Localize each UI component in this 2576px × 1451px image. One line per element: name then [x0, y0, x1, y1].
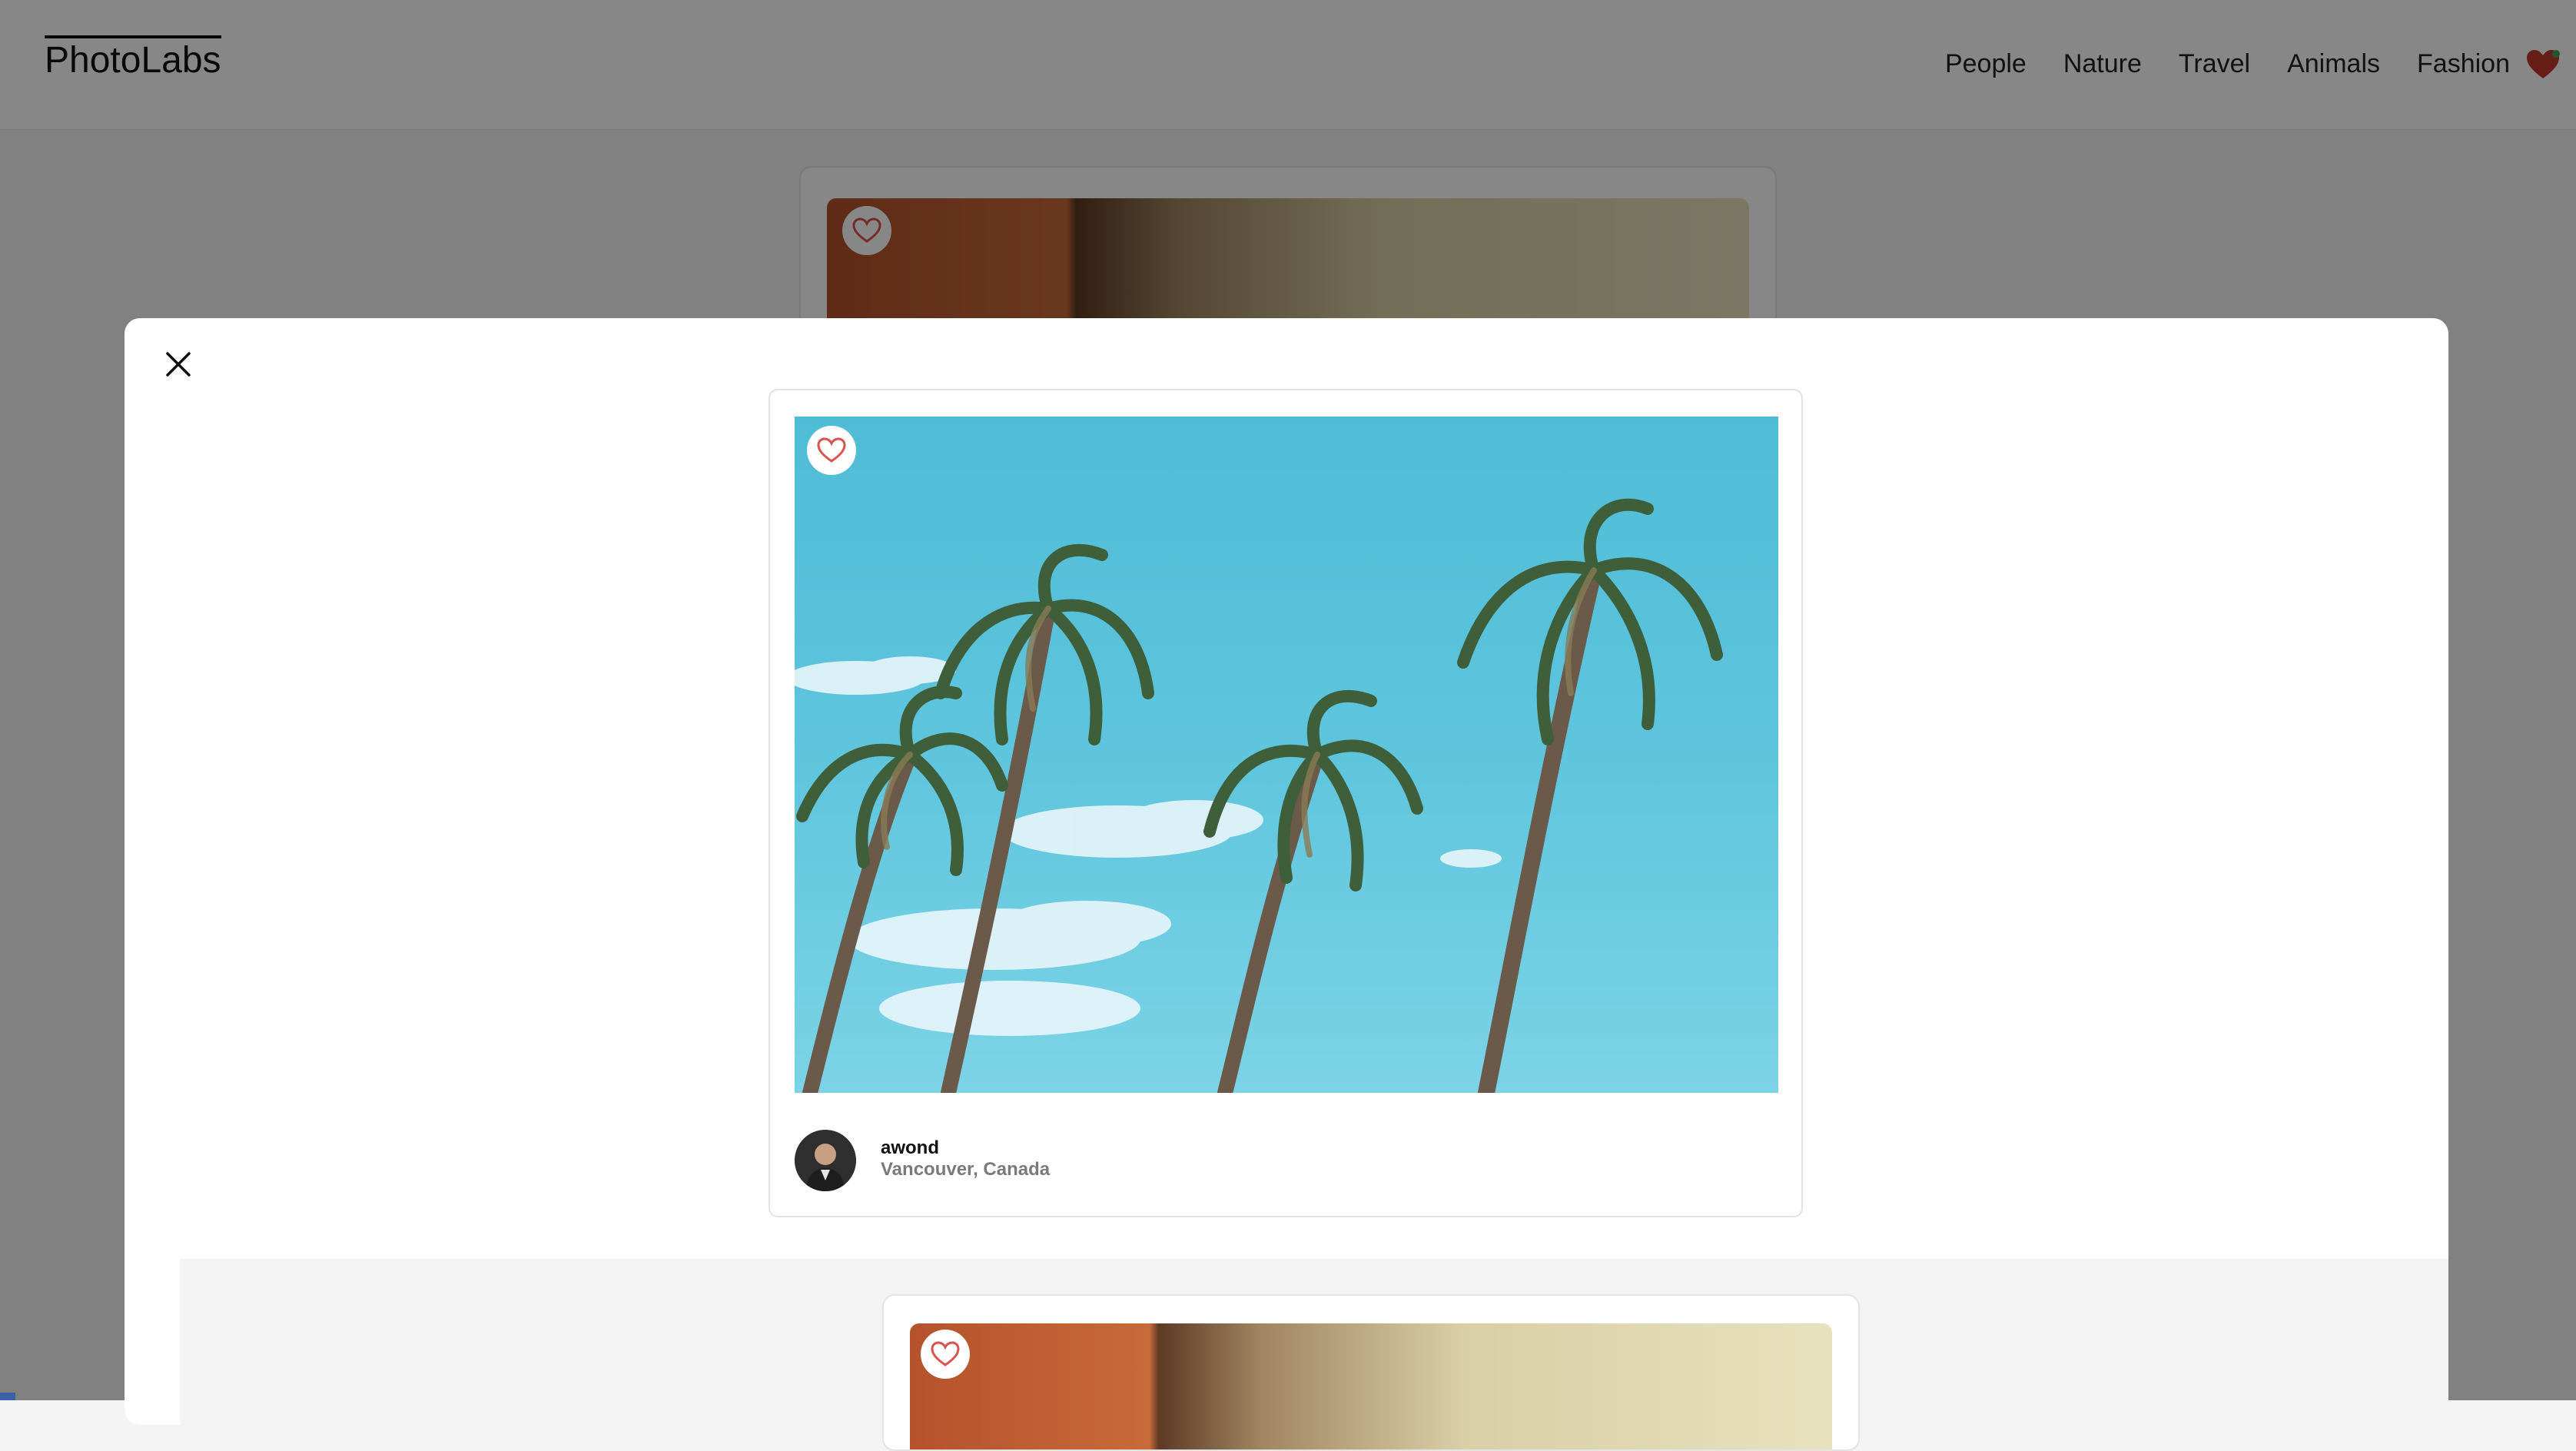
photo-location: Vancouver, Canada	[881, 1159, 1051, 1180]
selected-photo-card: awond Vancouver, Canada	[768, 389, 1803, 1217]
similar-photo-image[interactable]	[910, 1323, 1832, 1449]
photo-username: awond	[881, 1137, 939, 1158]
heart-icon	[931, 1341, 960, 1366]
similar-photo-fav-button[interactable]	[921, 1330, 970, 1379]
similar-photo-item[interactable]	[882, 1294, 1860, 1451]
photo-details-modal: awond Vancouver, Canada	[124, 318, 2448, 1451]
selected-photo-fav-button[interactable]	[807, 426, 856, 475]
heart-icon	[817, 437, 846, 463]
palm-trees-illustration	[795, 498, 1723, 1093]
window-corner	[0, 1393, 15, 1400]
close-icon[interactable]	[160, 346, 197, 383]
selected-photo-image	[795, 417, 1778, 1093]
user-avatar	[795, 1130, 856, 1191]
